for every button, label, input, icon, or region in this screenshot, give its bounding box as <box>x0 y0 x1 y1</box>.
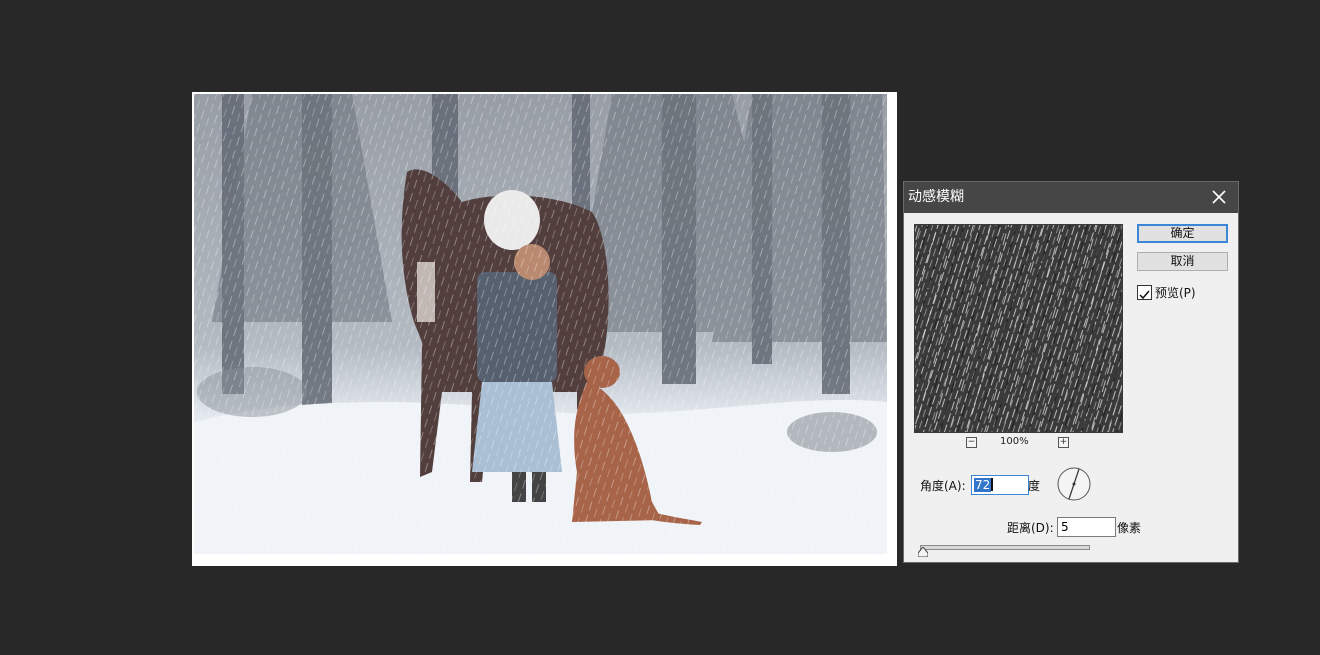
checkmark-icon <box>1139 290 1150 300</box>
angle-unit: 度 <box>1028 479 1041 493</box>
angle-label: 角度(A): <box>920 479 966 493</box>
text-caret <box>991 478 994 491</box>
zoom-out-button[interactable]: − <box>966 437 977 448</box>
document-canvas[interactable] <box>192 92 897 566</box>
preview-checkbox[interactable] <box>1137 285 1152 300</box>
dialog-title: 动感模糊 <box>908 189 964 205</box>
motion-blur-dialog: 动感模糊 − 100% + 确定 取消 预览(P) 角度(A): 72 度 距离… <box>903 181 1239 563</box>
distance-input[interactable]: 5 <box>1057 517 1116 537</box>
dialog-titlebar[interactable]: 动感模糊 <box>904 182 1238 213</box>
distance-slider-thumb[interactable] <box>917 542 929 558</box>
snow-scene-image <box>192 92 897 566</box>
cancel-button[interactable]: 取消 <box>1137 252 1228 271</box>
ok-button[interactable]: 确定 <box>1137 224 1228 243</box>
angle-dial-icon[interactable] <box>1057 467 1091 501</box>
close-icon[interactable] <box>1210 188 1228 206</box>
filter-preview[interactable] <box>914 224 1123 433</box>
angle-value: 72 <box>974 478 992 492</box>
distance-slider[interactable] <box>920 545 1090 550</box>
zoom-level: 100% <box>1000 436 1029 447</box>
angle-input[interactable]: 72 <box>971 475 1029 495</box>
distance-unit: 像素 <box>1117 521 1142 535</box>
zoom-in-button[interactable]: + <box>1058 437 1069 448</box>
preview-label: 预览(P) <box>1155 286 1196 300</box>
distance-label: 距离(D): <box>1007 521 1054 535</box>
